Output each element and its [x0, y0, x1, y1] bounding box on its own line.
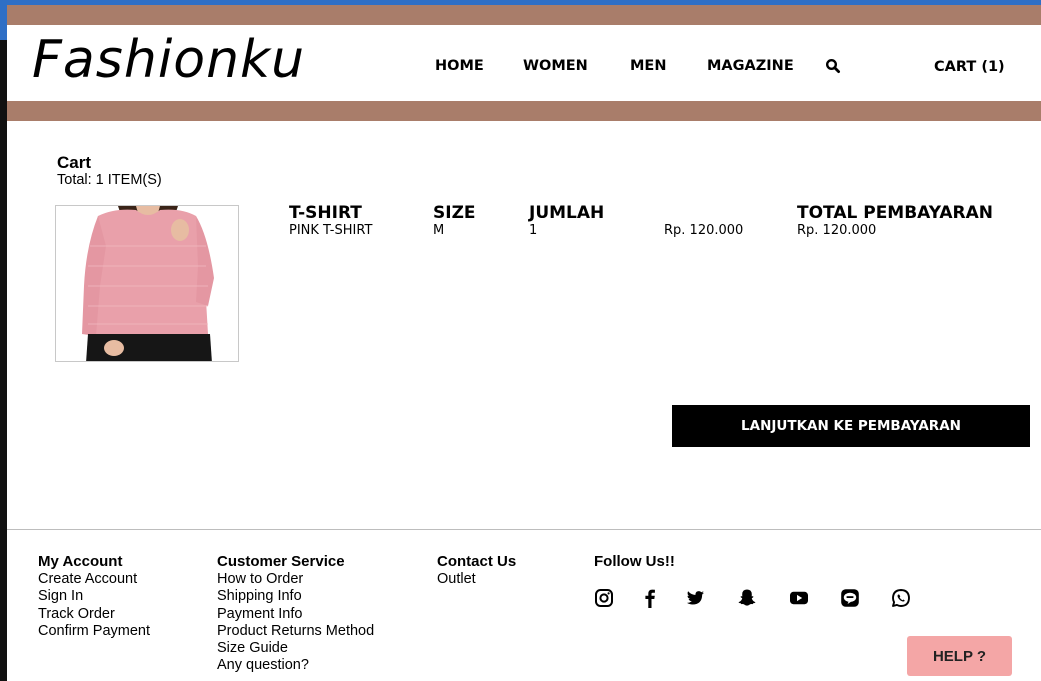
footer-link-track-order[interactable]: Track Order: [38, 606, 150, 623]
header-bottom-band: [7, 101, 1041, 121]
footer-link-confirm-payment[interactable]: Confirm Payment: [38, 623, 150, 640]
nav-women[interactable]: WOMEN: [523, 58, 588, 74]
footer-divider: [7, 529, 1041, 530]
footer-link-outlet[interactable]: Outlet: [437, 571, 476, 588]
footer-heading-service: Customer Service: [217, 553, 345, 570]
nav-cart[interactable]: CART (1): [934, 59, 1005, 75]
window-left-edge-accent: [0, 0, 7, 40]
footer-link-shipping-info[interactable]: Shipping Info: [217, 588, 374, 605]
footer-link-sign-in[interactable]: Sign In: [38, 588, 150, 605]
footer-link-returns[interactable]: Product Returns Method: [217, 623, 374, 640]
search-icon[interactable]: [825, 58, 841, 74]
header-top-band: [7, 5, 1041, 25]
nav-home[interactable]: HOME: [435, 58, 484, 74]
header-total: TOTAL PEMBAYARAN: [797, 203, 994, 223]
footer-service-links: How to Order Shipping Info Payment Info …: [217, 571, 374, 675]
facebook-icon[interactable]: [640, 588, 660, 608]
instagram-icon[interactable]: [594, 588, 614, 608]
search-icon-glyph: [825, 58, 841, 74]
twitter-icon[interactable]: [685, 588, 705, 608]
nav-men[interactable]: MEN: [630, 58, 666, 74]
cart-title: Cart: [57, 153, 92, 172]
footer-heading-contact: Contact Us: [437, 553, 517, 570]
product-image[interactable]: [55, 205, 239, 362]
item-price: Rp. 120.000: [664, 223, 744, 238]
header-product: T-SHIRT: [289, 203, 362, 223]
whatsapp-icon[interactable]: [891, 588, 911, 608]
footer-link-any-question[interactable]: Any question?: [217, 657, 374, 674]
header-size: SIZE: [433, 203, 476, 223]
footer-link-size-guide[interactable]: Size Guide: [217, 640, 374, 657]
youtube-icon[interactable]: [789, 588, 809, 608]
help-button[interactable]: HELP ?: [907, 636, 1012, 676]
window-left-edge: [0, 0, 7, 681]
footer-heading-follow: Follow Us!!: [594, 553, 675, 570]
item-size: M: [433, 223, 445, 238]
footer-link-how-to-order[interactable]: How to Order: [217, 571, 374, 588]
site-logo[interactable]: Fashionku: [32, 30, 305, 90]
cart-total-items: Total: 1 ITEM(S): [57, 172, 162, 188]
snapchat-icon[interactable]: [737, 588, 757, 608]
footer-link-payment-info[interactable]: Payment Info: [217, 606, 374, 623]
nav-magazine[interactable]: MAGAZINE: [707, 58, 794, 74]
line-icon[interactable]: [840, 588, 860, 608]
item-name: PINK T-SHIRT: [289, 223, 373, 238]
item-qty[interactable]: 1: [529, 223, 537, 238]
footer-contact-links: Outlet: [437, 571, 476, 588]
header-qty: JUMLAH: [529, 203, 605, 223]
footer-account-links: Create Account Sign In Track Order Confi…: [38, 571, 150, 640]
checkout-button[interactable]: LANJUTKAN KE PEMBAYARAN: [672, 405, 1030, 447]
footer-link-create-account[interactable]: Create Account: [38, 571, 150, 588]
item-total: Rp. 120.000: [797, 223, 877, 238]
footer-heading-account: My Account: [38, 553, 123, 570]
pink-tshirt-photo: [56, 206, 238, 361]
